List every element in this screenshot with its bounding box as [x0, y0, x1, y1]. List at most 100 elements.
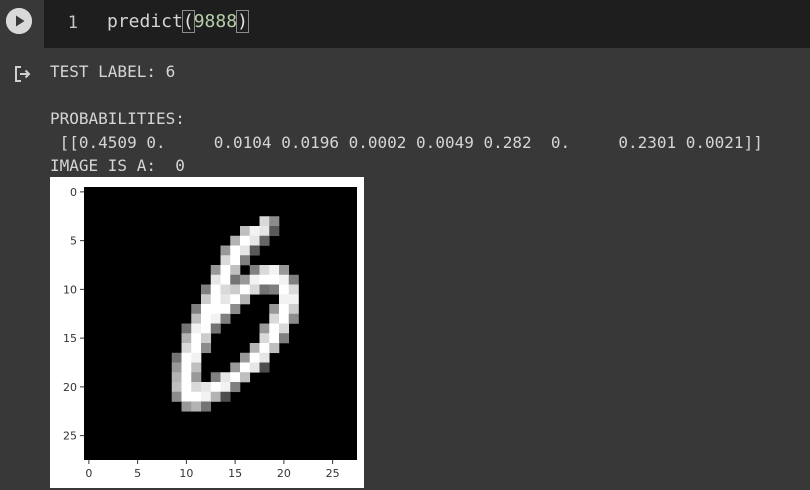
image-pixel	[279, 333, 290, 344]
image-pixel	[191, 313, 202, 324]
image-pixel	[220, 294, 231, 305]
image-pixel	[220, 265, 231, 276]
code-close-paren: )	[236, 10, 249, 33]
y-axis: 0 5 10 15 20 25	[63, 186, 84, 443]
y-tick-label: 5	[70, 235, 77, 248]
image-pixel	[201, 304, 212, 315]
image-pixel	[230, 382, 241, 393]
x-tick-label: 10	[179, 467, 193, 480]
image-pixel	[201, 323, 212, 334]
y-tick-label: 20	[63, 381, 77, 394]
image-pixel	[210, 265, 221, 276]
digit-image-plot: 0 5 10 15 20 25 0 5 10 15 20 25	[50, 177, 364, 488]
image-pixel	[249, 352, 260, 363]
image-pixel	[201, 343, 212, 354]
image-pixel	[259, 216, 270, 227]
image-pixel	[181, 343, 192, 354]
image-pixel	[269, 216, 280, 227]
code-argument: 9888	[193, 11, 238, 32]
image-pixel	[240, 226, 251, 237]
image-pixel	[240, 274, 251, 285]
image-pixel	[288, 294, 299, 305]
image-pixel	[288, 304, 299, 315]
image-pixel	[191, 352, 202, 363]
probabilities-heading: PROBABILITIES:	[50, 109, 185, 128]
image-pixel	[191, 343, 202, 354]
code-function-name: predict	[107, 11, 183, 32]
y-tick-label: 10	[63, 283, 77, 296]
image-pixel	[220, 255, 231, 266]
image-pixel	[230, 304, 241, 315]
line-number: 1	[67, 13, 78, 33]
image-pixel	[210, 323, 221, 334]
image-pixel	[191, 323, 202, 334]
output-area: TEST LABEL: 6 PROBABILITIES: [[0.4509 0.…	[0, 48, 810, 490]
code-editor[interactable]: 1 predict(9888)	[44, 0, 810, 48]
image-pixel	[288, 313, 299, 324]
image-pixel	[279, 265, 290, 276]
play-icon	[6, 8, 32, 34]
image-pixel	[181, 382, 192, 393]
run-gutter	[0, 0, 44, 48]
image-pixel	[240, 352, 251, 363]
image-pixel	[220, 382, 231, 393]
image-pixel	[259, 362, 270, 373]
image-pixel	[240, 255, 251, 266]
image-pixel	[171, 352, 182, 363]
image-pixel	[171, 391, 182, 402]
image-pixel	[230, 255, 241, 266]
test-label-line: TEST LABEL: 6	[50, 62, 176, 81]
exit-output-icon	[15, 66, 31, 82]
image-pixel	[201, 401, 212, 412]
image-pixel	[269, 226, 280, 237]
image-pixel	[181, 401, 192, 412]
code-line[interactable]: predict(9888)	[107, 10, 249, 33]
image-pixel	[230, 372, 241, 383]
y-tick-label: 0	[70, 186, 77, 199]
image-pixel	[181, 391, 192, 402]
image-pixel	[210, 313, 221, 324]
output-icon[interactable]	[12, 63, 34, 85]
image-pixel	[259, 343, 270, 354]
image-pixel	[259, 333, 270, 344]
image-pixel	[249, 343, 260, 354]
image-pixel	[279, 323, 290, 334]
image-pixel	[269, 274, 280, 285]
image-pixel	[220, 274, 231, 285]
image-pixel	[279, 313, 290, 324]
image-pixel	[269, 265, 280, 276]
image-pixel	[259, 226, 270, 237]
x-tick-label: 25	[326, 467, 340, 480]
image-pixel	[230, 274, 241, 285]
image-pixel	[259, 352, 270, 363]
image-pixel	[269, 343, 280, 354]
image-pixel	[181, 323, 192, 334]
image-pixel	[201, 294, 212, 305]
run-cell-button[interactable]	[6, 8, 32, 34]
image-pixel	[171, 382, 182, 393]
image-pixel	[279, 284, 290, 295]
image-pixel	[230, 245, 241, 256]
image-pixel	[269, 284, 280, 295]
x-tick-label: 5	[134, 467, 141, 480]
image-pixel	[269, 323, 280, 334]
x-tick-label: 15	[228, 467, 242, 480]
image-pixel	[210, 391, 221, 402]
image-pixel	[269, 333, 280, 344]
image-pixel	[210, 382, 221, 393]
image-pixel	[220, 391, 231, 402]
x-tick-label: 20	[277, 467, 291, 480]
image-pixel	[230, 294, 241, 305]
image-pixel	[181, 362, 192, 373]
image-pixel	[269, 304, 280, 315]
image-pixel	[210, 274, 221, 285]
image-pixel	[249, 265, 260, 276]
image-pixel	[210, 304, 221, 315]
image-pixel	[279, 304, 290, 315]
image-pixel	[201, 382, 212, 393]
image-pixel	[259, 265, 270, 276]
image-pixel	[171, 362, 182, 373]
image-pixel	[171, 372, 182, 383]
image-pixel	[230, 235, 241, 246]
image-pixel	[230, 284, 241, 295]
